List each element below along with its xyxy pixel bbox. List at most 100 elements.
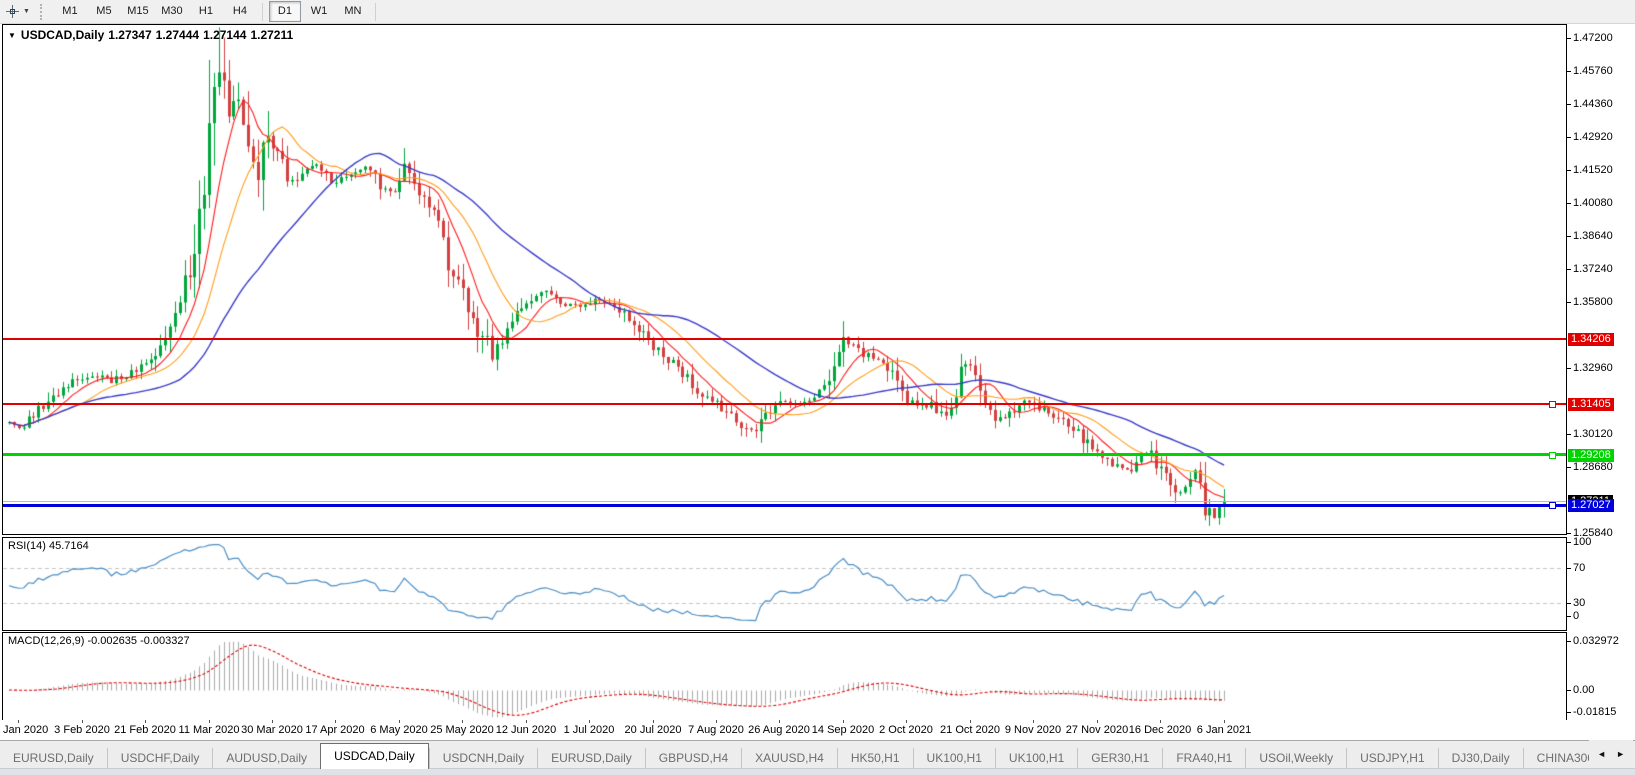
rsi-chart-canvas[interactable] — [3, 538, 1564, 628]
price-axis-label: 1.30120 — [1573, 428, 1613, 440]
date-tick — [653, 720, 654, 723]
timeframe-button-h4[interactable]: H4 — [224, 1, 256, 22]
level-price-badge-1.31405: 1.31405 — [1568, 398, 1614, 411]
chart-tab-gbpusd-h4[interactable]: GBPUSD,H4 — [645, 748, 741, 769]
level-line-handle[interactable] — [1549, 452, 1556, 459]
date-tick — [145, 720, 146, 723]
axis-tick — [1567, 203, 1571, 204]
chart-title: ▼USDCAD,Daily1.273471.274441.271441.2721… — [8, 28, 297, 42]
toolbar-separator — [262, 3, 263, 21]
axis-tick — [1567, 269, 1571, 270]
axis-tick — [1567, 71, 1571, 72]
price-axis-label: 1.41520 — [1573, 164, 1613, 176]
axis-tick — [1567, 302, 1571, 303]
chart-tab-usdchf-daily[interactable]: USDCHF,Daily — [107, 748, 213, 769]
axis-tick — [1567, 690, 1571, 691]
toolbar-grip[interactable] — [40, 4, 45, 20]
timeframe-button-d1[interactable]: D1 — [269, 1, 301, 22]
timeframe-button-mn[interactable]: MN — [337, 1, 369, 22]
chart-tab-usdjpy-h1[interactable]: USDJPY,H1 — [1346, 748, 1437, 769]
chart-tab-xauusd-h4[interactable]: XAUUSD,H4 — [741, 748, 837, 769]
price-axis-label: 1.40080 — [1573, 197, 1613, 209]
chevron-down-icon: ▼ — [23, 8, 30, 15]
tab-scroll-arrows: ◄ ► — [1589, 740, 1633, 768]
date-tick — [1033, 720, 1034, 723]
horizontal-level-line-1.27027[interactable] — [3, 504, 1566, 507]
axis-tick — [1567, 137, 1571, 138]
date-axis-label: 21 Oct 2020 — [940, 724, 1000, 736]
axis-tick — [1567, 603, 1571, 604]
chart-tab-bar: EURUSD,DailyUSDCHF,DailyAUDUSD,DailyUSDC… — [0, 740, 1635, 769]
axis-tick — [1567, 542, 1571, 543]
chart-tab-uk100-h1[interactable]: UK100,H1 — [995, 748, 1077, 769]
timeframe-button-w1[interactable]: W1 — [303, 1, 335, 22]
horizontal-level-line-1.34206[interactable] — [3, 338, 1566, 340]
main-chart-panel[interactable]: ▼USDCAD,Daily1.273471.274441.271441.2721… — [2, 24, 1567, 535]
chart-tab-usoil-weekly[interactable]: USOil,Weekly — [1245, 748, 1346, 769]
collapse-ohlc-icon[interactable]: ▼ — [8, 31, 16, 40]
rsi-indicator-panel[interactable]: RSI(14) 45.7164 — [2, 537, 1567, 631]
chart-tab-ger30-h1[interactable]: GER30,H1 — [1077, 748, 1162, 769]
price-axis: 1.472001.457601.443601.429201.415201.400… — [1567, 0, 1635, 775]
tab-scroll-right-button[interactable]: ► — [1611, 747, 1630, 761]
date-tick — [462, 720, 463, 723]
date-tick — [1097, 720, 1098, 723]
crosshair-tool-button[interactable]: ▼ — [5, 4, 30, 19]
horizontal-level-line-1.31405[interactable] — [3, 403, 1566, 405]
macd-chart-canvas[interactable] — [3, 633, 1564, 719]
axis-tick — [1567, 170, 1571, 171]
horizontal-level-line-1.29208[interactable] — [3, 453, 1566, 456]
date-tick — [1224, 720, 1225, 723]
price-axis-label: 1.47200 — [1573, 32, 1613, 44]
macd-axis-label: -0.01815 — [1573, 706, 1616, 718]
date-axis-label: 17 Apr 2020 — [305, 724, 364, 736]
trading-terminal-window: ▼ M1M5M15M30H1H4 D1W1MN ▼ USDCAD,Daily 1.27… — [0, 0, 1635, 775]
date-axis-label: 11 Mar 2020 — [179, 724, 240, 736]
date-tick — [335, 720, 336, 723]
axis-tick — [1567, 568, 1571, 569]
chart-tab-hk50-h1[interactable]: HK50,H1 — [837, 748, 913, 769]
rsi-label: RSI(14) 45.7164 — [8, 540, 89, 552]
date-axis-label: 12 Jun 2020 — [496, 724, 557, 736]
timeframe-button-h1[interactable]: H1 — [190, 1, 222, 22]
price-axis-label: 1.38640 — [1573, 230, 1613, 242]
timeframe-button-m5[interactable]: M5 — [88, 1, 120, 22]
date-tick — [526, 720, 527, 723]
level-line-handle[interactable] — [1549, 502, 1556, 509]
macd-indicator-panel[interactable]: MACD(12,26,9) -0.002635 -0.003327 — [2, 632, 1567, 722]
date-axis-label: 21 Feb 2020 — [114, 724, 176, 736]
date-axis-label: 30 Mar 2020 — [241, 724, 303, 736]
timeframe-button-m15[interactable]: M15 — [122, 1, 154, 22]
timeframe-button-m30[interactable]: M30 — [156, 1, 188, 22]
rsi-axis-label: 100 — [1573, 536, 1591, 548]
level-price-badge-1.29208: 1.29208 — [1568, 449, 1614, 462]
axis-tick — [1567, 712, 1571, 713]
date-axis-label: 2 Oct 2020 — [879, 724, 933, 736]
date-axis-label: 26 Aug 2020 — [748, 724, 810, 736]
level-line-handle[interactable] — [1549, 401, 1556, 408]
chart-tab-dj30-daily[interactable]: DJ30,Daily — [1438, 748, 1523, 769]
chart-tab-usdcad-daily[interactable]: USDCAD,Daily — [320, 743, 429, 769]
chart-tab-fra40-h1[interactable]: FRA40,H1 — [1162, 748, 1245, 769]
macd-axis-label: 0.00 — [1573, 684, 1594, 696]
axis-tick — [1567, 533, 1571, 534]
open-value: 1.27347 — [108, 28, 151, 42]
tab-scroll-left-button[interactable]: ◄ — [1592, 747, 1611, 761]
date-axis: 15 Jan 20203 Feb 202021 Feb 202011 Mar 2… — [0, 720, 1635, 740]
date-axis-label: 20 Jul 2020 — [625, 724, 682, 736]
date-tick — [399, 720, 400, 723]
date-axis-label: 15 Jan 2020 — [0, 724, 48, 736]
chart-tab-eurusd-daily[interactable]: EURUSD,Daily — [0, 748, 107, 769]
chart-tab-audusd-daily[interactable]: AUDUSD,Daily — [212, 748, 320, 769]
crosshair-icon — [5, 4, 20, 19]
chart-tab-eurusd-daily[interactable]: EURUSD,Daily — [537, 748, 645, 769]
timeframe-button-m1[interactable]: M1 — [54, 1, 86, 22]
macd-axis-label: 0.032972 — [1573, 635, 1619, 647]
price-axis-label: 1.37240 — [1573, 263, 1613, 275]
symbol-period-label: USDCAD,Daily — [21, 28, 104, 42]
price-axis-label: 1.42920 — [1573, 131, 1613, 143]
axis-tick — [1567, 641, 1571, 642]
chart-tab-uk100-h1[interactable]: UK100,H1 — [913, 748, 995, 769]
chart-tab-usdcnh-daily[interactable]: USDCNH,Daily — [429, 748, 537, 769]
axis-tick — [1567, 38, 1571, 39]
